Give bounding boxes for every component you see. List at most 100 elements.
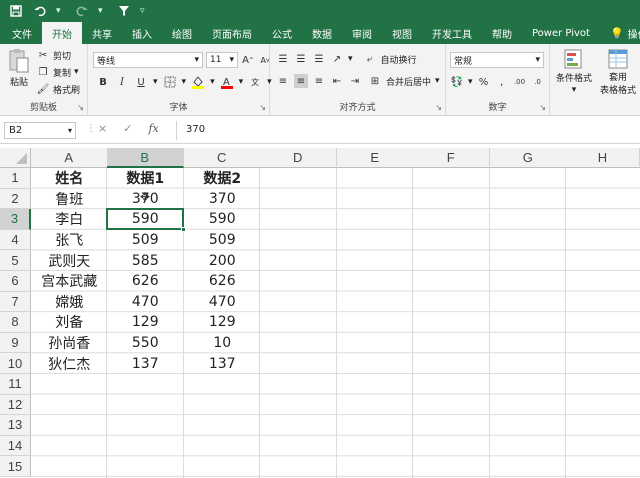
table-header-cell[interactable]: 姓名: [31, 168, 108, 189]
data2-cell[interactable]: 626: [184, 271, 261, 292]
data2-cell[interactable]: 590: [184, 209, 261, 230]
align-middle-icon[interactable]: ☰: [294, 52, 308, 66]
data2-cell[interactable]: 370: [184, 189, 261, 210]
underline-dropdown-icon[interactable]: ▾: [153, 77, 158, 87]
name-box[interactable]: B2 ▾: [4, 122, 76, 139]
name-cell[interactable]: 嫦娥: [31, 292, 108, 313]
font-launcher-icon[interactable]: ↘: [259, 103, 266, 112]
column-header-c[interactable]: C: [184, 148, 261, 168]
cancel-icon[interactable]: ×: [98, 122, 107, 135]
undo-dropdown-icon[interactable]: ▾: [56, 6, 66, 16]
data1-cell[interactable]: 509: [107, 230, 184, 251]
column-header-f[interactable]: F: [413, 148, 490, 168]
data1-cell[interactable]: 550: [107, 333, 184, 354]
data2-cell[interactable]: 200: [184, 250, 261, 271]
increase-decimal-icon[interactable]: .00: [513, 75, 527, 89]
format-painter-button[interactable]: 🖌 格式刷: [36, 82, 80, 96]
redo-dropdown-icon[interactable]: ▾: [98, 6, 108, 16]
column-header-d[interactable]: D: [260, 148, 337, 168]
row-header-5[interactable]: 5: [0, 250, 31, 271]
increase-indent-icon[interactable]: ⇥: [348, 74, 362, 88]
name-cell[interactable]: 武则天: [31, 250, 108, 271]
row-header-1[interactable]: 1: [0, 168, 31, 189]
italic-button[interactable]: I: [115, 75, 129, 89]
font-name-select[interactable]: 等线 ▾: [93, 52, 203, 68]
name-cell[interactable]: 孙尚香: [31, 333, 108, 354]
name-cell[interactable]: 宫本武藏: [31, 271, 108, 292]
font-color-icon[interactable]: A: [220, 75, 234, 89]
data1-cell[interactable]: 137: [107, 353, 184, 374]
data2-cell[interactable]: 129: [184, 312, 261, 333]
grow-font-icon[interactable]: A ^: [241, 53, 255, 67]
row-header-7[interactable]: 7: [0, 291, 31, 313]
tab-review[interactable]: 审阅: [342, 22, 382, 44]
align-center-icon[interactable]: ≡: [294, 74, 308, 88]
tab-home[interactable]: 开始: [42, 22, 82, 44]
column-header-b[interactable]: B: [107, 148, 184, 168]
bold-button[interactable]: B: [96, 75, 110, 89]
tab-power-pivot[interactable]: Power Pivot: [522, 22, 600, 44]
borders-icon[interactable]: [163, 75, 177, 89]
name-cell[interactable]: 鲁班: [31, 189, 108, 210]
tab-page-layout[interactable]: 页面布局: [202, 22, 262, 44]
font-size-select[interactable]: 11 ▾: [206, 52, 238, 68]
number-format-select[interactable]: 常规 ▾: [450, 52, 544, 68]
wrap-text-button[interactable]: 自动换行: [381, 53, 417, 66]
percent-style-button[interactable]: %: [477, 75, 491, 89]
row-header-3[interactable]: 3: [0, 209, 31, 230]
data1-cell[interactable]: 590: [107, 209, 184, 230]
fill-color-icon[interactable]: [191, 75, 205, 89]
data2-cell[interactable]: 509: [184, 230, 261, 251]
decrease-indent-icon[interactable]: ⇤: [330, 74, 344, 88]
tab-view[interactable]: 视图: [382, 22, 422, 44]
tab-formulas[interactable]: 公式: [262, 22, 302, 44]
insert-function-icon[interactable]: fx: [148, 122, 158, 135]
table-header-cell[interactable]: 数据1: [107, 168, 184, 189]
name-cell[interactable]: 狄仁杰: [31, 353, 108, 374]
data1-cell[interactable]: 585: [107, 250, 184, 271]
row-header-12[interactable]: 12: [0, 394, 31, 416]
filter-icon[interactable]: [116, 3, 132, 19]
accounting-format-icon[interactable]: 💱: [450, 75, 464, 89]
paste-button[interactable]: 粘贴: [8, 48, 30, 88]
number-launcher-icon[interactable]: ↘: [539, 103, 546, 112]
accounting-dropdown-icon[interactable]: ▾: [468, 77, 473, 87]
tab-help[interactable]: 帮助: [482, 22, 522, 44]
tab-insert[interactable]: 插入: [122, 22, 162, 44]
undo-icon[interactable]: [32, 3, 48, 19]
formula-input[interactable]: 370: [186, 124, 205, 135]
name-cell[interactable]: 李白: [31, 209, 108, 230]
phonetic-icon[interactable]: 文: [248, 75, 262, 89]
row-header-6[interactable]: 6: [0, 271, 31, 292]
tab-file[interactable]: 文件: [2, 22, 42, 44]
copy-button[interactable]: ❐ 复制 ▾: [36, 65, 79, 79]
column-header-e[interactable]: E: [337, 148, 414, 168]
borders-dropdown-icon[interactable]: ▾: [182, 77, 187, 87]
merge-center-button[interactable]: 合并后居中: [386, 75, 431, 88]
enter-icon[interactable]: ✓: [123, 122, 132, 135]
select-all-button[interactable]: [0, 148, 31, 168]
orientation-icon[interactable]: ↗: [330, 52, 344, 66]
tell-me-search[interactable]: 💡操作说明搜索: [600, 22, 640, 44]
comma-style-button[interactable]: ,: [495, 75, 509, 89]
underline-button[interactable]: U: [134, 75, 148, 89]
name-cell[interactable]: 张飞: [31, 230, 108, 251]
merge-dropdown-icon[interactable]: ▾: [435, 76, 440, 86]
column-header-h[interactable]: H: [566, 148, 640, 168]
data1-cell[interactable]: 129: [107, 312, 184, 333]
row-header-9[interactable]: 9: [0, 332, 31, 354]
fill-color-dropdown-icon[interactable]: ▾: [210, 77, 215, 87]
column-header-a[interactable]: A: [31, 148, 108, 168]
row-header-13[interactable]: 13: [0, 415, 31, 436]
font-color-dropdown-icon[interactable]: ▾: [239, 77, 244, 87]
data2-cell[interactable]: 137: [184, 353, 261, 374]
table-header-cell[interactable]: 数据2: [184, 168, 261, 189]
format-as-table-button[interactable]: 套用 表格格式: [600, 48, 636, 96]
row-header-2[interactable]: 2: [0, 188, 31, 210]
customize-qat-icon[interactable]: ▿: [140, 6, 150, 16]
name-cell[interactable]: 刘备: [31, 312, 108, 333]
alignment-launcher-icon[interactable]: ↘: [435, 103, 442, 112]
data1-cell[interactable]: 470: [107, 292, 184, 313]
orientation-dropdown-icon[interactable]: ▾: [348, 54, 353, 64]
align-right-icon[interactable]: ≡: [312, 74, 326, 88]
